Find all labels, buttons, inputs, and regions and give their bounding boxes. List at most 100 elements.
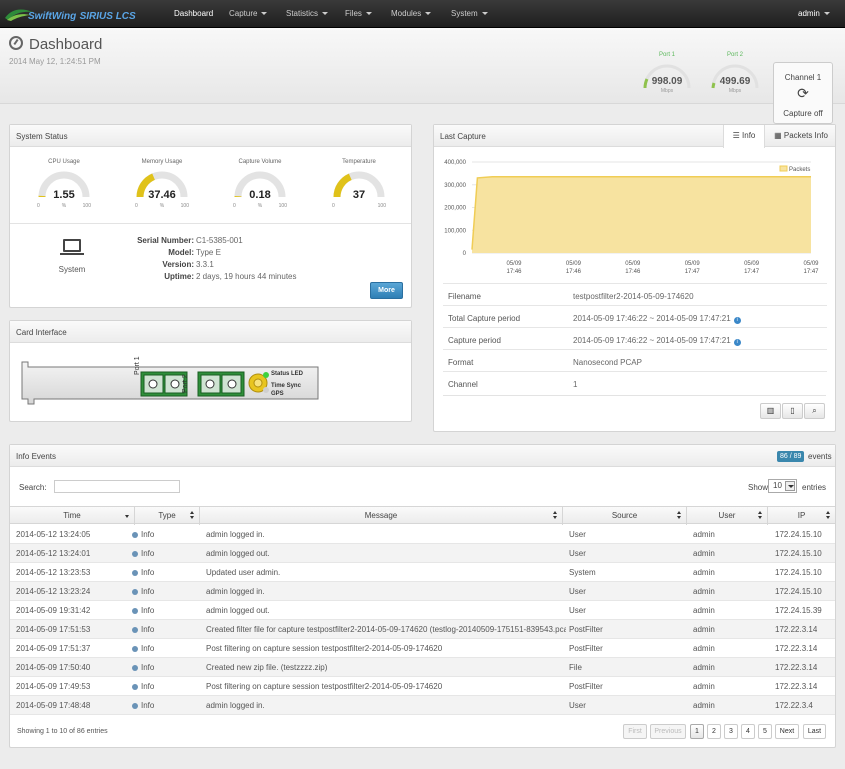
search-button[interactable]: ⌕	[804, 403, 825, 419]
version-key: Version:	[162, 260, 194, 269]
nav-capture[interactable]: Capture	[229, 9, 268, 18]
pager-page-3[interactable]: 3	[724, 724, 738, 739]
model-key: Model:	[168, 248, 194, 257]
info-icon[interactable]: i	[733, 317, 741, 324]
info-dot-icon	[132, 627, 138, 633]
nav-dashboard[interactable]: Dashboard	[174, 9, 213, 18]
tab-packets-info[interactable]: ▦ Packets Info	[767, 125, 835, 148]
pager-page-5[interactable]: 5	[758, 724, 772, 739]
x-tick-label: 17:46	[506, 269, 522, 275]
list-icon: ☰	[732, 131, 740, 140]
y-tick-label: 300,000	[444, 183, 466, 189]
nav-statistics[interactable]: Statistics	[286, 9, 329, 18]
x-tick-label: 05/09	[625, 261, 641, 267]
table-row[interactable]: 2014-05-09 17:51:37 Info Post filtering …	[10, 639, 835, 658]
bar-chart-icon: ▥	[766, 406, 775, 415]
divider	[10, 223, 411, 224]
pager-page-2[interactable]: 2	[707, 724, 721, 739]
x-tick-label: 05/09	[566, 261, 582, 267]
column-time[interactable]: Time	[10, 507, 135, 525]
pager-page-4[interactable]: 4	[741, 724, 755, 739]
capture-info-row: Filename testpostfilter2-2014-05-09-17462…	[443, 283, 827, 305]
capture-info-row: Total Capture period 2014-05-09 17:46:22 …	[443, 305, 827, 327]
gauge-label: CPU Usage	[48, 159, 80, 165]
info-dot-icon	[132, 589, 138, 595]
capture-info-row: Format Nanosecond PCAP	[443, 349, 827, 371]
gauge-label: Memory Usage	[141, 159, 183, 165]
table-row[interactable]: 2014-05-12 13:23:24 Info admin logged in…	[10, 582, 835, 601]
column-source[interactable]: Source	[563, 507, 687, 525]
user-menu[interactable]: admin	[798, 9, 830, 18]
panel-title: Last Capture	[440, 132, 486, 141]
chart-view-button[interactable]: ▥	[760, 403, 781, 419]
info-dot-icon	[132, 646, 138, 652]
sort-icon	[758, 511, 763, 521]
chevron-down-icon	[322, 12, 329, 16]
gauge-max: 100	[278, 203, 287, 209]
gauge-value: 37	[352, 189, 366, 201]
gauge-label: Capture Volume	[238, 159, 282, 165]
y-tick-label: 0	[463, 251, 467, 257]
column-user[interactable]: User	[687, 507, 768, 525]
temperature-gauge: Temperature 37 0 100	[329, 159, 389, 215]
search-input[interactable]	[54, 480, 180, 493]
table-row[interactable]: 2014-05-09 19:31:42 Info admin logged ou…	[10, 601, 835, 620]
table-row[interactable]: 2014-05-12 13:24:05 Info admin logged in…	[10, 525, 835, 544]
nav-modules[interactable]: Modules	[391, 9, 432, 18]
column-message[interactable]: Message	[200, 507, 563, 525]
status-led-icon	[263, 372, 269, 378]
time-sync-label: Time Sync	[271, 383, 301, 389]
entries-label: entries	[802, 483, 827, 492]
page-header: Dashboard 2014 May 12, 1:24:51 PM Port 1…	[0, 28, 845, 124]
port2-card-label: Port 2	[182, 374, 189, 393]
more-button[interactable]: More	[370, 282, 403, 299]
nav-system[interactable]: System	[451, 9, 488, 18]
dashboard-icon	[9, 36, 23, 50]
time-sync-led-icon	[263, 387, 269, 393]
gauge-label: Temperature	[342, 159, 376, 165]
x-tick-label: 05/09	[744, 261, 760, 267]
pager-previous[interactable]: Previous	[650, 724, 686, 739]
file-view-button[interactable]: ▯	[782, 403, 803, 419]
table-row[interactable]: 2014-05-12 13:23:53 Info Updated user ad…	[10, 563, 835, 582]
status-led-label: Status LED	[271, 371, 304, 377]
page-datetime: 2014 May 12, 1:24:51 PM	[9, 57, 101, 66]
table-row[interactable]: 2014-05-09 17:50:40 Info Created new zip…	[10, 658, 835, 677]
chevron-down-icon	[365, 12, 372, 16]
channel-capture-button[interactable]: Channel 1 ⟳ Capture off	[773, 62, 833, 124]
info-icon[interactable]: i	[733, 339, 741, 346]
chart-icon: ▦	[774, 131, 782, 140]
port1-card-label: Port 1	[134, 356, 141, 375]
brand-logo[interactable]: SwiftWing SIRIUS LCS	[4, 4, 164, 24]
panel-header: Info Events	[10, 445, 835, 467]
pager-first[interactable]: First	[623, 724, 647, 739]
tab-info[interactable]: ☰ Info	[723, 125, 765, 148]
table-row[interactable]: 2014-05-09 17:51:53 Info Created filter …	[10, 620, 835, 639]
pager-last[interactable]: Last	[803, 724, 826, 739]
pager-next[interactable]: Next	[775, 724, 799, 739]
x-tick-label: 17:47	[685, 269, 701, 275]
table-row[interactable]: 2014-05-09 17:49:53 Info Post filtering …	[10, 677, 835, 696]
info-dot-icon	[132, 532, 138, 538]
channel-label: Channel 1	[784, 73, 822, 82]
gauge-max: 100	[377, 203, 386, 209]
table-row[interactable]: 2014-05-12 13:24:01 Info admin logged ou…	[10, 544, 835, 563]
nav-files[interactable]: Files	[345, 9, 372, 18]
info-dot-icon	[132, 570, 138, 576]
laptop-icon	[60, 239, 84, 257]
uptime-key: Uptime:	[164, 272, 194, 281]
legend-swatch	[779, 165, 788, 172]
table-row[interactable]: 2014-05-09 17:48:48 Info admin logged in…	[10, 696, 835, 715]
column-type[interactable]: Type	[135, 507, 200, 525]
page-title: Dashboard	[9, 36, 102, 53]
table-header: Time Type Message Source User IP	[10, 506, 835, 525]
column-ip[interactable]: IP	[768, 507, 835, 525]
sort-icon	[677, 511, 682, 521]
gauge-value: 37.46	[148, 189, 176, 201]
page-size-select[interactable]: 10	[768, 479, 797, 493]
panel-title: Card Interface	[16, 328, 67, 337]
pager-page-1[interactable]: 1	[690, 724, 704, 739]
y-tick-label: 100,000	[444, 228, 466, 234]
serial-number-value: C1-5385-001	[196, 236, 243, 245]
events-count-badge: 86 / 89	[777, 451, 805, 462]
